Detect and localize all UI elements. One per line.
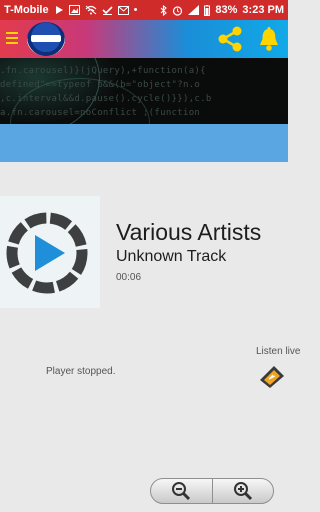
artist-name: Various Artists xyxy=(116,219,262,245)
battery-icon xyxy=(204,4,211,16)
app-header xyxy=(0,20,288,58)
status-bar: T-Mobile • 83% 3:23 PM xyxy=(0,0,288,20)
system-icons: 83% 3:23 PM xyxy=(160,4,284,16)
play-icon[interactable] xyxy=(33,233,67,273)
signal-icon xyxy=(188,5,200,15)
play-notification-icon xyxy=(55,6,63,14)
notification-icons: • xyxy=(54,4,138,16)
tab-bar xyxy=(0,124,288,162)
track-name: Unknown Track xyxy=(116,248,227,265)
wifi-off-icon xyxy=(85,5,97,15)
alarm-icon xyxy=(173,5,183,16)
banner-code-line: ,c.interval&&d.pause().cycle()}}),c.b xyxy=(0,94,212,104)
album-art[interactable] xyxy=(0,196,100,308)
image-notification-icon xyxy=(68,5,80,15)
code-banner-image: .fn.carousel)}(jQuery),+function(a){ def… xyxy=(0,58,288,124)
bell-icon[interactable] xyxy=(257,26,281,52)
zoom-out-icon xyxy=(172,482,191,501)
elapsed-time: 00:06 xyxy=(116,272,142,283)
player-status: Player stopped. xyxy=(46,366,116,377)
listen-live-icon[interactable] xyxy=(258,364,286,390)
gmail-notification-icon xyxy=(117,5,129,15)
check-notification-icon xyxy=(102,6,113,15)
clock: 3:23 PM xyxy=(242,4,284,16)
battery-percent: 83% xyxy=(215,4,238,16)
zoom-in-button[interactable] xyxy=(213,479,274,503)
listen-live-link[interactable]: Listen live xyxy=(256,346,300,357)
zoom-in-icon xyxy=(233,482,252,501)
station-logo-icon xyxy=(27,22,65,56)
bluetooth-icon xyxy=(161,4,168,16)
more-notifications-icon: • xyxy=(133,4,138,16)
carrier-label: T-Mobile xyxy=(4,4,49,16)
zoom-controls xyxy=(150,478,274,504)
banner-code-line: defined"==typeof b&&(b="object"?n.o xyxy=(0,80,201,90)
banner-code-line: a.fn.carousel=noConflict ;(function xyxy=(0,108,201,118)
zoom-out-button[interactable] xyxy=(151,479,213,503)
banner-code-line: .fn.carousel)}(jQuery),+function(a){ xyxy=(0,66,206,76)
hamburger-menu-icon[interactable] xyxy=(6,32,18,45)
share-icon[interactable] xyxy=(216,26,244,52)
